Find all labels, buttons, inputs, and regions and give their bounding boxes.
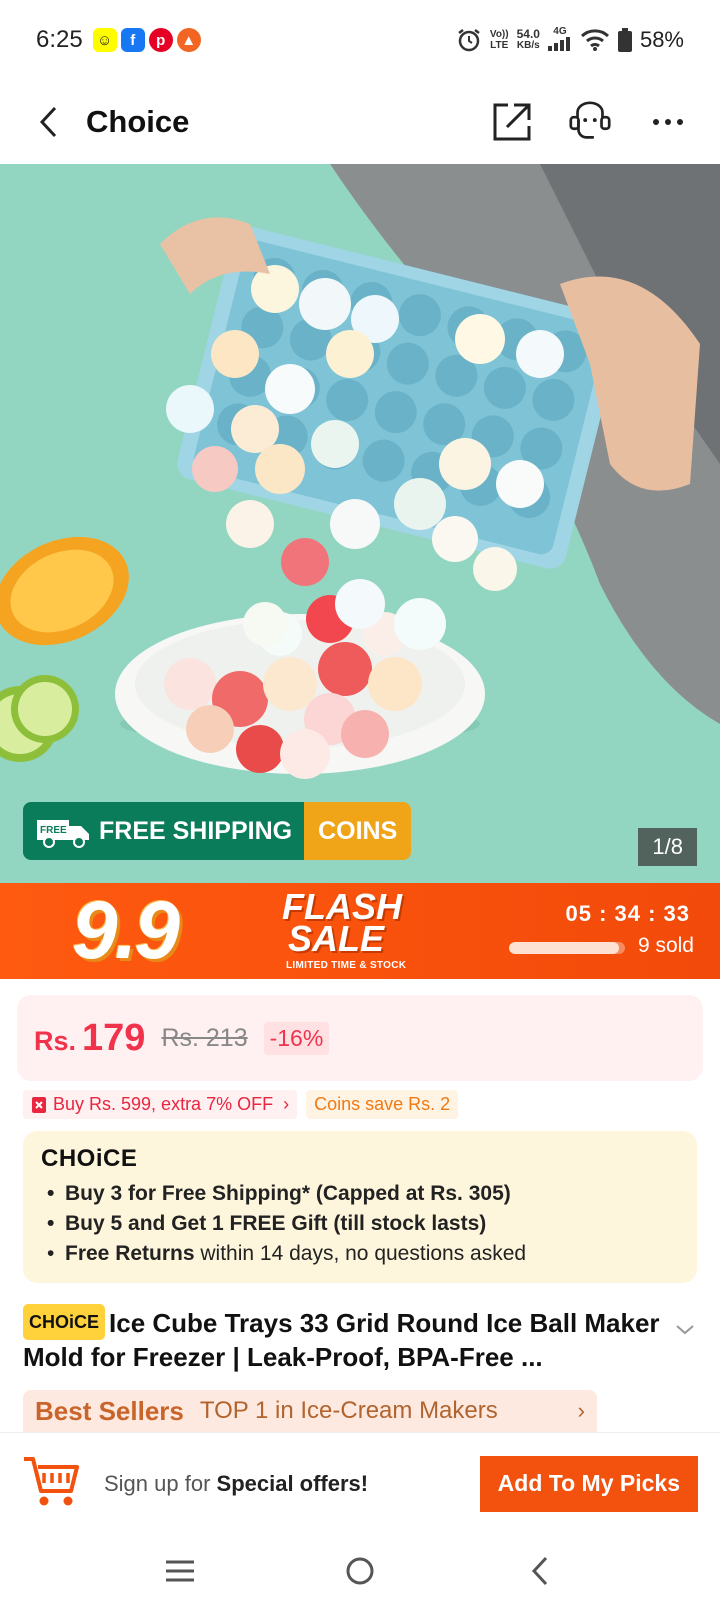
battery-icon: [617, 28, 632, 52]
top-header: Choice: [0, 80, 720, 164]
promo-row: Buy Rs. 599, extra 7% OFF › Coins save R…: [23, 1090, 459, 1119]
choice-logo: CHOiCE: [41, 1145, 138, 1172]
headset-agent-icon: [569, 101, 611, 139]
coins-save-promo[interactable]: Coins save Rs. 2: [306, 1090, 459, 1119]
share-button[interactable]: [488, 98, 536, 146]
extra-off-promo[interactable]: Buy Rs. 599, extra 7% OFF ›: [23, 1090, 298, 1119]
status-time: 6:25: [36, 26, 83, 53]
benefit-free-gift: Buy 5 and Get 1 FREE Gift (till stock la…: [41, 1209, 679, 1239]
net-speed: 54.0 KB/s: [516, 27, 540, 51]
bottom-action-bar: Sign up for Special offers! Add To My Pi…: [0, 1432, 720, 1534]
share-icon: [493, 103, 531, 141]
more-dots-icon: [653, 119, 683, 125]
snapchat-icon: ☺: [92, 28, 117, 52]
product-image-carousel[interactable]: FREE FREE SHIPPING COINS 1/8: [0, 164, 720, 883]
original-price: Rs. 213: [161, 1023, 248, 1052]
page-title: Choice: [86, 104, 190, 139]
chevron-left-icon: [39, 106, 57, 138]
choice-benefits[interactable]: CHOiCE Buy 3 for Free Shipping* (Capped …: [23, 1131, 697, 1283]
customer-service-button[interactable]: [566, 98, 614, 146]
cart-icon: [24, 1457, 79, 1506]
pinterest-icon: p: [148, 28, 173, 52]
system-back-button[interactable]: [515, 1546, 565, 1596]
best-sellers-banner[interactable]: Best Sellers TOP 1 in Ice-Cream Makers ›: [23, 1390, 597, 1432]
notification-icons: ☺ f p ▲: [92, 28, 201, 52]
cart-button[interactable]: [22, 1453, 80, 1514]
flash-sale-bar[interactable]: 9.9 FLASH SALE LIMITED TIME & STOCK 05 :…: [0, 883, 720, 979]
add-to-my-picks-button[interactable]: Add To My Picks: [479, 1455, 698, 1512]
signal-indicator: 4G: [547, 26, 572, 54]
more-options-button[interactable]: [644, 98, 692, 146]
signup-prompt[interactable]: Sign up for Special offers!: [104, 1471, 368, 1497]
discount-badge: -16%: [263, 1021, 330, 1055]
image-counter: 1/8: [638, 828, 697, 866]
free-shipping-banner: FREE FREE SHIPPING COINS: [23, 802, 412, 860]
sold-count: 9 sold: [637, 934, 694, 957]
signal-icon: [547, 37, 570, 51]
benefit-free-shipping: Buy 3 for Free Shipping* (Capped at Rs. …: [41, 1179, 679, 1209]
choice-badge: CHOiCE: [23, 1304, 106, 1340]
home-circle-icon: [346, 1557, 374, 1585]
app-notification-icon: ▲: [176, 28, 201, 52]
sold-progress-bar: [509, 942, 625, 954]
flash-sale-subtitle: LIMITED TIME & STOCK: [286, 960, 407, 971]
expand-title-button[interactable]: [676, 1322, 694, 1340]
home-button[interactable]: [335, 1546, 385, 1596]
product-photo: [0, 164, 720, 883]
delivery-truck-icon: FREE: [37, 820, 89, 848]
chevron-right-icon: ›: [283, 1094, 290, 1114]
price-box: Rs. 179 Rs. 213 -16%: [17, 995, 703, 1081]
alarm-icon: [458, 29, 480, 52]
status-bar: 6:25 ☺ f p ▲ Vo)) LTE 54.0 KB/s 4G 58%: [0, 0, 720, 80]
system-nav-bar: [0, 1534, 720, 1608]
volte-indicator: Vo)) LTE: [489, 29, 509, 51]
chevron-right-icon: ›: [577, 1398, 585, 1423]
countdown-timer: 05 : 34 : 33: [565, 901, 690, 926]
svg-text:FREE: FREE: [40, 825, 67, 836]
coupon-icon: [32, 1096, 46, 1113]
free-shipping-label: FREE SHIPPING: [99, 816, 293, 845]
best-sellers-label: Best Sellers: [35, 1395, 184, 1426]
recent-apps-button[interactable]: [155, 1546, 205, 1596]
sold-progress-fill: [509, 942, 620, 954]
facebook-icon: f: [120, 28, 145, 52]
flash-sale-title: FLASH SALE: [282, 886, 402, 959]
menu-lines-icon: [166, 1560, 194, 1582]
back-chevron-icon: [531, 1556, 548, 1586]
product-title[interactable]: CHOiCE Ice Cube Trays 33 Grid Round Ice B…: [23, 1304, 673, 1374]
battery-percent: 58%: [639, 27, 684, 52]
chevron-down-icon: [676, 1325, 694, 1335]
best-sellers-rank: TOP 1 in Ice-Cream Makers: [199, 1397, 498, 1424]
coins-label: COINS: [318, 816, 398, 845]
flash-sale-badge: 9.9: [72, 885, 180, 976]
current-price: Rs. 179: [34, 1016, 146, 1059]
wifi-icon: [580, 29, 609, 51]
benefit-free-returns: Free Returns within 14 days, no question…: [41, 1239, 679, 1269]
back-button[interactable]: [28, 102, 68, 142]
